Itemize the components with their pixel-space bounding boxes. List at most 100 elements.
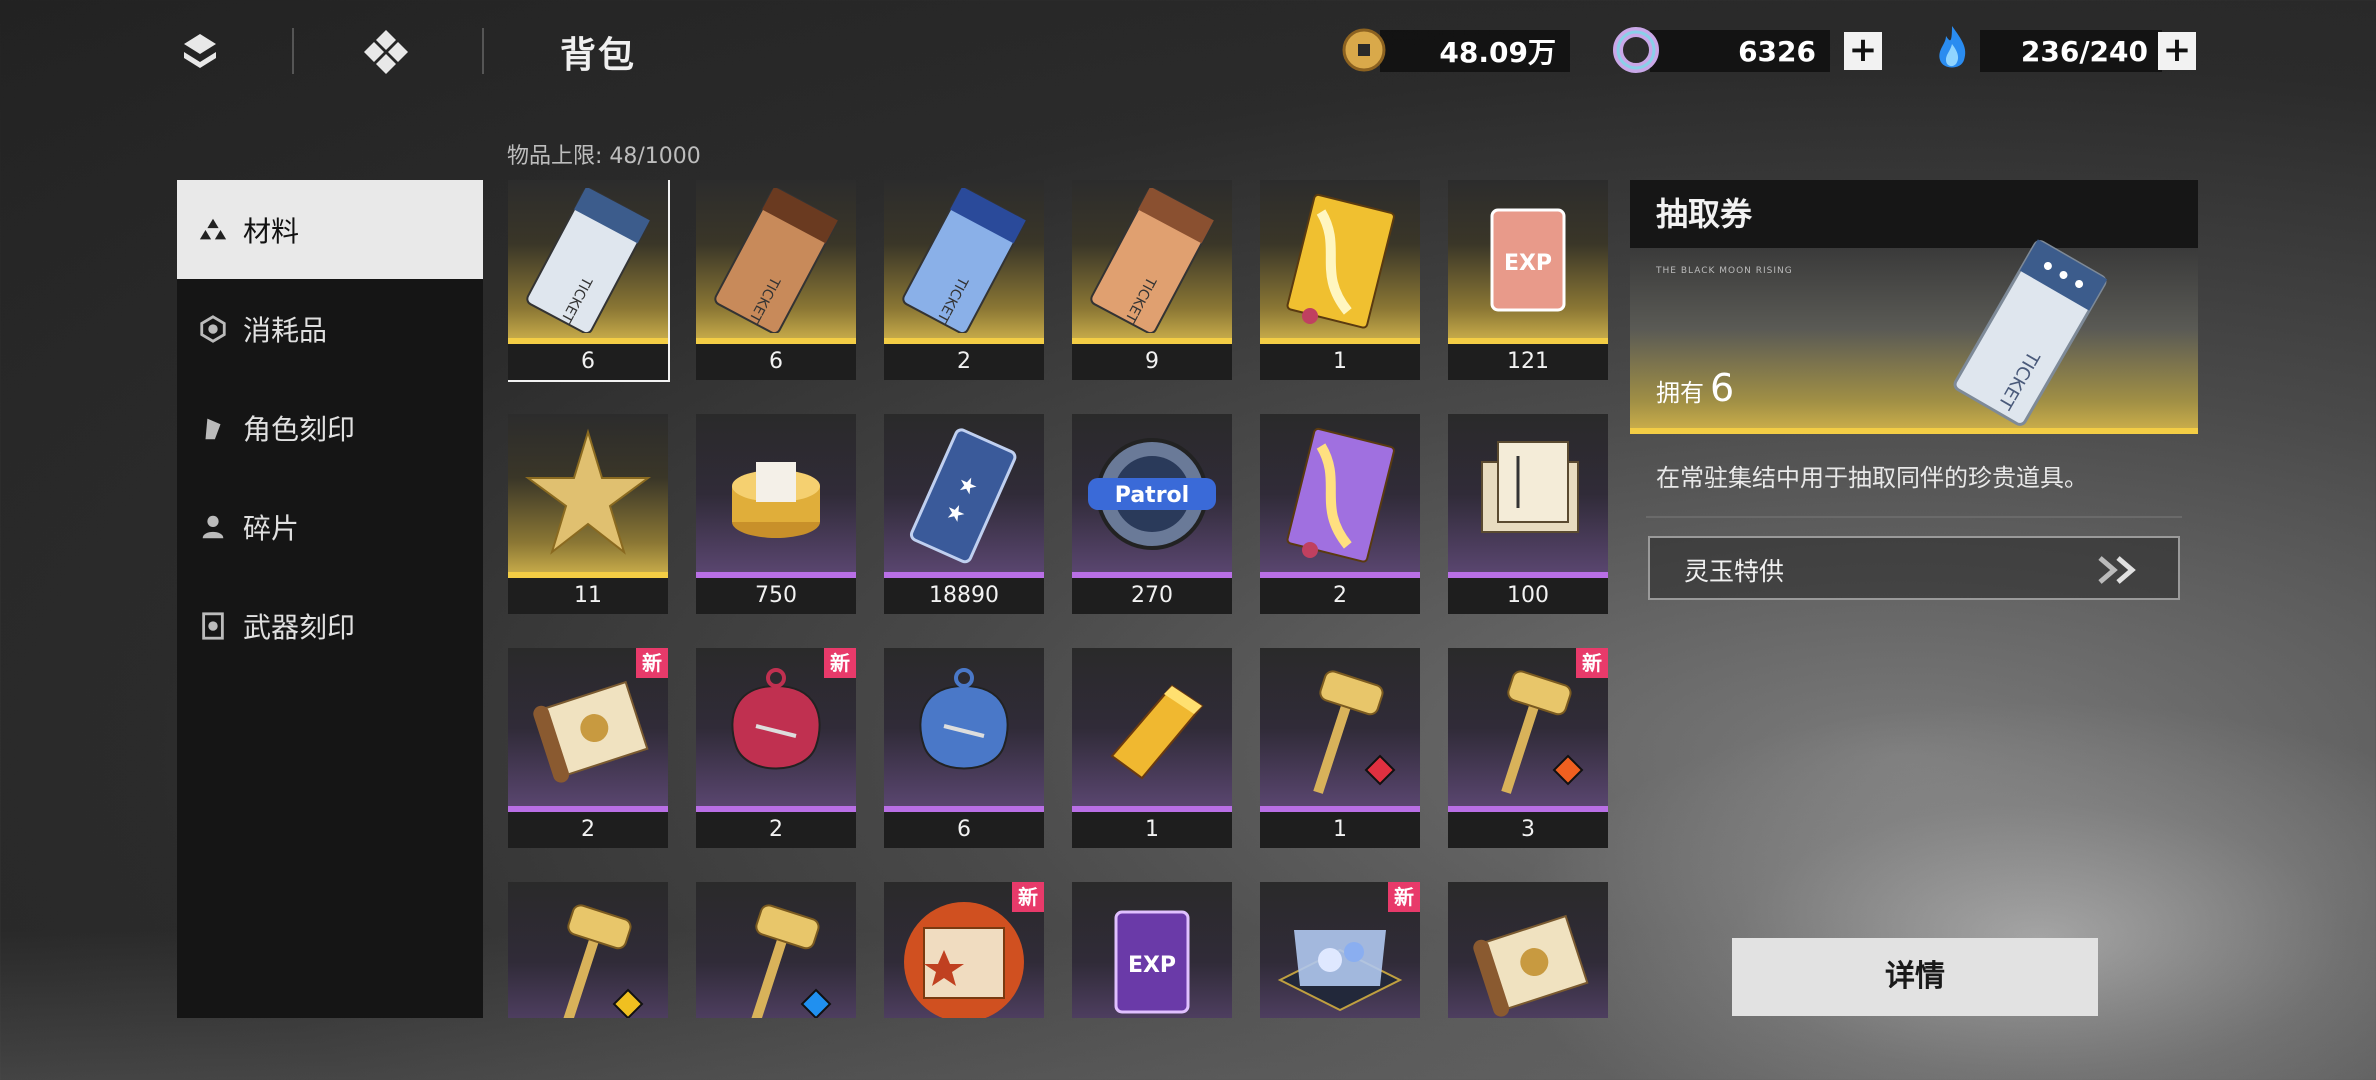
consumables-icon (195, 311, 231, 347)
sidebar-item-character-imprint[interactable]: 角色刻印 (177, 378, 483, 477)
category-sidebar: 材料 消耗品 角色刻印 碎片 武器刻印 (177, 180, 483, 1018)
owned-number: 6 (1710, 366, 1735, 410)
item-slot-copper-ticket[interactable]: TICKET 9 (1072, 180, 1232, 380)
jade-currency-display: 6326 (1650, 30, 1830, 72)
item-slot-patrol-badge[interactable]: Patrol 270 (1072, 414, 1232, 614)
item-slot-star-ticket[interactable]: ★ ★ 18890 (884, 414, 1044, 614)
hero-tagline: THE BLACK MOON RISING (1656, 266, 1793, 276)
gold-star-icon (524, 428, 652, 555)
ticket-large-icon: TICKET (1953, 239, 2108, 426)
materials-icon (195, 212, 231, 248)
item-quantity: 2 (508, 812, 668, 848)
stamina-amount: 236/240 (2020, 34, 2148, 68)
gold-bar-icon (1110, 684, 1204, 780)
star-ticket-icon: ★★ (909, 428, 1017, 564)
item-slot-exp-card-purple[interactable]: EXP (1072, 882, 1232, 1018)
item-slot-hammer-orange[interactable]: 3新 (1448, 648, 1608, 848)
item-slot-gold-bar[interactable]: 1 (1072, 648, 1232, 848)
item-quantity: 2 (696, 812, 856, 848)
fragments-icon (195, 509, 231, 545)
copper-ticket-icon: TICKET (1090, 188, 1214, 333)
add-jade-button[interactable]: + (1844, 32, 1882, 70)
item-slot-silver-ticket[interactable]: TICKET 6 (508, 180, 670, 382)
back-home-icon[interactable] (176, 28, 224, 76)
item-slot-fire-book[interactable]: 新 (884, 882, 1044, 1018)
item-slot-coin-stack[interactable]: 750 (696, 414, 856, 614)
new-badge: 新 (824, 648, 856, 678)
item-quantity: 2 (884, 344, 1044, 380)
item-slot-crystal-box[interactable]: 新 (1260, 882, 1420, 1018)
purple-book-icon (1286, 427, 1395, 563)
item-slot-hammer-yellow[interactable] (508, 882, 668, 1018)
jade-ring-icon (1608, 22, 1664, 78)
page-title: 背包 (560, 35, 637, 76)
item-grid: TICKET 6 TICKET 6 TICKET 2 TICKET 9 1 EXP 121 11 750… (508, 180, 1614, 1018)
sidebar-item-weapon-imprint[interactable]: 武器刻印 (177, 576, 483, 675)
item-slot-hammer-blue[interactable] (696, 882, 856, 1018)
item-quantity: 9 (1072, 344, 1232, 380)
item-quantity: 6 (884, 812, 1044, 848)
gold-amount: 48.09万 (1439, 36, 1556, 69)
coin-stack-icon (732, 462, 820, 538)
item-quantity: 1 (1072, 812, 1232, 848)
sidebar-item-label: 角色刻印 (243, 412, 356, 446)
item-description: 在常驻集结中用于抽取同伴的珍贵道具。 (1656, 464, 2088, 492)
item-slot-hammer-red[interactable]: 1 (1260, 648, 1420, 848)
item-quantity: 1 (1260, 812, 1420, 848)
item-quantity: 6 (696, 344, 856, 380)
item-quantity: 11 (508, 578, 668, 614)
item-quantity: 270 (1072, 578, 1232, 614)
item-slot-exp-card-gold[interactable]: EXP 121 (1448, 180, 1608, 380)
source-link-button[interactable]: 灵玉特供 (1648, 536, 2180, 600)
sidebar-item-consumables[interactable]: 消耗品 (177, 279, 483, 378)
item-slot-scroll-bundle[interactable]: 100 (1448, 414, 1608, 614)
item-quantity: 1 (1260, 344, 1420, 380)
sidebar-item-materials[interactable]: 材料 (177, 180, 483, 279)
item-detail-hero: THE BLACK MOON RISING TICKET 拥有 6 (1630, 239, 2198, 428)
item-slot-scroll-2[interactable] (1448, 882, 1608, 1018)
blue-flame-icon (1924, 22, 1980, 78)
item-slot-scroll[interactable]: 2新 (508, 648, 668, 848)
silver-ticket-icon: TICKET (526, 188, 650, 333)
gold-coin-icon (1336, 22, 1392, 78)
item-quantity: 750 (696, 578, 856, 614)
hammer-yellow-icon (561, 904, 644, 1018)
item-slot-blue-charm[interactable]: 6 (884, 648, 1044, 848)
details-button[interactable]: 详情 (1732, 938, 2098, 1016)
hammer-red-icon (1313, 670, 1396, 794)
scroll-bundle-icon (1481, 441, 1579, 533)
item-quantity: 6 (508, 344, 668, 380)
item-slot-bronze-ticket[interactable]: TICKET 6 (696, 180, 856, 380)
owned-label: 拥有 (1656, 379, 1704, 407)
gold-book-icon (1286, 193, 1395, 329)
weapon-imprint-icon (195, 608, 231, 644)
source-link-label: 灵玉特供 (1684, 557, 1785, 586)
divider (1646, 516, 2182, 518)
new-badge: 新 (636, 648, 668, 678)
item-quantity: 2 (1260, 578, 1420, 614)
svg-text:EXP: EXP (1128, 953, 1176, 978)
patrol-badge-icon: Patrol (1088, 438, 1216, 550)
item-slot-gold-book[interactable]: 1 (1260, 180, 1420, 380)
item-slot-red-charm[interactable]: 2新 (696, 648, 856, 848)
item-quantity: 121 (1448, 344, 1608, 380)
item-slot-gold-star[interactable]: 11 (508, 414, 668, 614)
new-badge: 新 (1012, 882, 1044, 912)
menu-diamond-icon[interactable] (362, 28, 410, 76)
sidebar-item-fragments[interactable]: 碎片 (177, 477, 483, 576)
exp-card-purple-icon: EXP (1114, 910, 1190, 1014)
jade-amount: 6326 (1738, 34, 1816, 68)
item-slot-purple-book[interactable]: 2 (1260, 414, 1420, 614)
item-slot-blue-ticket[interactable]: TICKET 2 (884, 180, 1044, 380)
svg-text:Patrol: Patrol (1115, 483, 1189, 508)
double-chevron-icon (2098, 556, 2136, 584)
item-quantity: 3 (1448, 812, 1608, 848)
sidebar-item-label: 碎片 (243, 511, 300, 545)
new-badge: 新 (1388, 882, 1420, 912)
inventory-capacity: 物品上限: 48/1000 (507, 144, 701, 169)
rarity-bar (1630, 428, 2198, 434)
sidebar-item-label: 材料 (243, 214, 300, 248)
separator (482, 28, 484, 74)
add-stamina-button[interactable]: + (2158, 32, 2196, 70)
item-detail-panel: 抽取券 THE BLACK MOON RISING TICKET 拥有 6 在常驻… (1630, 180, 2198, 1018)
